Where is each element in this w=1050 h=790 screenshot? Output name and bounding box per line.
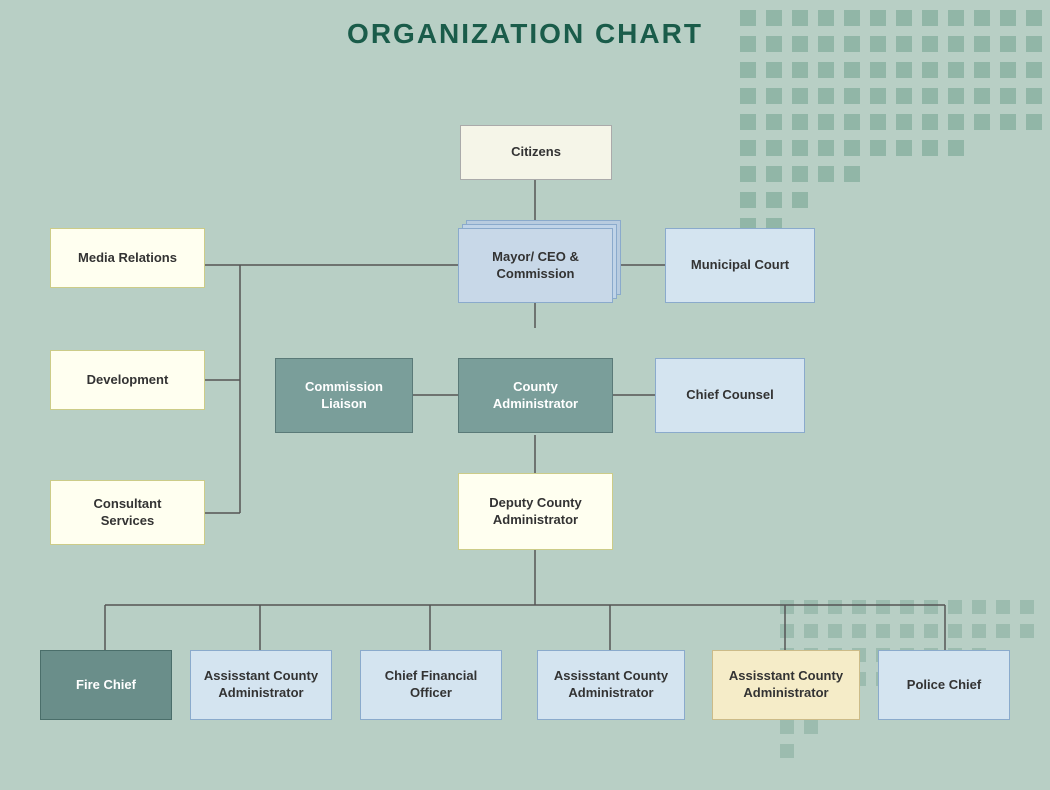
asst-county-admin1-node: Assisstant CountyAdministrator [190,650,332,720]
citizens-node: Citizens [460,125,612,180]
development-node: Development [50,350,205,410]
fire-chief-node: Fire Chief [40,650,172,720]
county-administrator-node: CountyAdministrator [458,358,613,433]
asst-county-admin3-node: Assisstant CountyAdministrator [712,650,860,720]
municipal-court-node: Municipal Court [665,228,815,303]
deputy-county-admin-node: Deputy CountyAdministrator [458,473,613,550]
page-title: ORGANIZATION CHART [0,0,1050,50]
asst-county-admin2-node: Assisstant CountyAdministrator [537,650,685,720]
chief-counsel-node: Chief Counsel [655,358,805,433]
consultant-services-node: ConsultantServices [50,480,205,545]
police-chief-node: Police Chief [878,650,1010,720]
media-relations-node: Media Relations [50,228,205,288]
commission-liaison-node: CommissionLiaison [275,358,413,433]
chief-financial-officer-node: Chief FinancialOfficer [360,650,502,720]
